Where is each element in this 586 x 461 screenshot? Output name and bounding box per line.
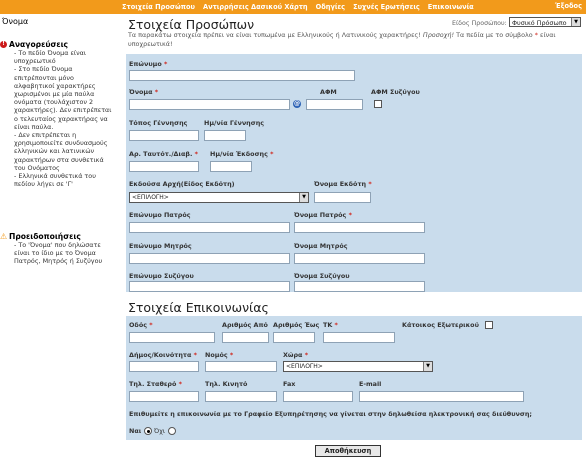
onoma-mitros-input[interactable] <box>294 253 425 264</box>
til-stathero-input[interactable] <box>129 391 199 402</box>
chevron-down-icon: ▼ <box>571 18 580 26</box>
tk-input[interactable] <box>323 332 395 343</box>
ekdousa-arxi-select[interactable]: <ΕΠΙΛΟΓΗ> ▼ <box>129 192 309 203</box>
label-til-stathero: Τηλ. Σταθερό * <box>129 380 182 388</box>
warnings-section: ⚠ Προειδοποιήσεις - Το 'Όνομα' που δηλώσα… <box>0 232 120 266</box>
afm-input[interactable] <box>306 99 363 110</box>
nav-forest-map-objections[interactable]: Αντιρρήσεις Δασικού Χάρτη <box>203 3 308 11</box>
arithmos-eos-input[interactable] <box>273 332 315 343</box>
exit-link[interactable]: Έξοδος <box>555 2 582 10</box>
warnings-text: - Το 'Όνομα' που δηλώσατε είναι το ίδιο … <box>14 241 103 266</box>
label-arithmos-eos: Αριθμός Έως <box>273 321 320 329</box>
top-navigation-bar: Στοιχεία Προσώπου Αντιρρήσεις Δασικού Χά… <box>0 0 586 14</box>
label-eponymo-mitros: Επώνυμο Μητρός <box>129 242 192 250</box>
nav-instructions[interactable]: Οδηγίες <box>316 3 345 11</box>
personal-data-panel: Επώνυμο * Όνομα * @ ΑΦΜ ΑΦΜ Συζύγου Τόπο… <box>126 54 582 292</box>
label-yes: Ναι <box>129 427 142 435</box>
eponymo-mitros-input[interactable] <box>129 253 290 264</box>
error-icon: ! <box>0 41 7 48</box>
label-xora: Χώρα * <box>283 351 309 359</box>
label-onoma-mitros: Όνομα Μητρός <box>294 242 348 250</box>
im-gennisis-input[interactable] <box>204 130 246 141</box>
sidebar-title: Όνομα <box>2 17 29 26</box>
save-button[interactable]: Αποθήκευση <box>315 445 381 457</box>
nav-faq[interactable]: Συχνές Ερωτήσεις <box>353 3 420 11</box>
nomos-input[interactable] <box>205 361 277 372</box>
contact-title: Στοιχεία Επικοινωνίας <box>128 300 269 315</box>
no-radio[interactable] <box>168 427 176 435</box>
label-eponymo-syzygou: Επώνυμο Συζύγου <box>129 272 194 280</box>
label-til-kinito: Τηλ. Κινητό <box>205 380 248 388</box>
odos-input[interactable] <box>129 332 215 343</box>
label-odos: Οδός * <box>129 321 153 329</box>
label-arithmos-apo: Αριθμός Από <box>222 321 268 329</box>
nav-contact[interactable]: Επικοινωνία <box>428 3 474 11</box>
label-ar-taut: Αρ. Ταυτότ./Διαβ. * <box>129 150 198 158</box>
warnings-heading: Προειδοποιήσεις <box>9 232 81 241</box>
yes-radio[interactable] <box>144 427 152 435</box>
topos-gennisis-input[interactable] <box>129 130 199 141</box>
afm-syzygou-checkbox[interactable] <box>374 100 382 108</box>
onoma-input[interactable] <box>129 99 290 110</box>
arithmos-apo-input[interactable] <box>222 332 269 343</box>
errors-heading: Αναγορεύσεις <box>9 40 69 49</box>
errors-section: ! Αναγορεύσεις - Το πεδίο Όνομα είναι υπο… <box>0 40 120 188</box>
label-onoma-syzygou: Όνομα Συζύγου <box>294 272 350 280</box>
onoma-syzygou-input[interactable] <box>294 281 425 292</box>
label-ekdousa-arxi: Εκδούσα Αρχή(Είδος Εκδότη) <box>129 180 235 188</box>
label-onoma-patros: Όνομα Πατρός * <box>294 211 352 219</box>
email-contact-question: Επιθυμείτε η επικοινωνία με το Γραφείο Ε… <box>129 410 532 418</box>
nav-person-data[interactable]: Στοιχεία Προσώπου <box>122 3 195 11</box>
label-tk: ΤΚ * <box>323 321 338 329</box>
label-no: Όχι <box>154 427 166 435</box>
label-im-ekdosis: Ημ/νία Έκδοσης * <box>210 150 274 158</box>
eponymo-syzygou-input[interactable] <box>129 281 290 292</box>
label-dimos: Δήμος/Κοινότητα * <box>129 351 197 359</box>
email-input[interactable] <box>359 391 524 402</box>
til-kinito-input[interactable] <box>205 391 277 402</box>
ekdousa-arxi-value: <ΕΠΙΛΟΓΗ> <box>132 194 169 201</box>
label-eponymo: Επώνυμο * <box>129 60 168 68</box>
katoikos-ext-checkbox[interactable] <box>485 321 493 329</box>
validation-sidebar: Όνομα ! Αναγορεύσεις - Το πεδίο Όνομα είν… <box>0 14 122 461</box>
label-im-gennisis: Ημ/νία Γέννησης <box>204 119 265 127</box>
at-sign-icon[interactable]: @ <box>293 100 301 108</box>
eponymo-input[interactable] <box>129 70 355 81</box>
label-fax: Fax <box>283 380 296 388</box>
label-onoma-ekdoti: Όνομα Εκδότη * <box>314 180 372 188</box>
page-title: Στοιχεία Προσώπων <box>128 17 255 32</box>
person-type-value: Φυσικό Πρόσωπο <box>512 19 567 27</box>
required-mark: * <box>534 31 538 39</box>
main-content: Στοιχεία Προσώπων Είδος Προσώπου: Φυσικό… <box>122 14 586 461</box>
chevron-down-icon: ▼ <box>423 362 432 371</box>
person-type-label: Είδος Προσώπου: <box>452 20 507 27</box>
label-topos-gennisis: Τόπος Γέννησης <box>129 119 188 127</box>
fax-input[interactable] <box>283 391 353 402</box>
onoma-ekdoti-input[interactable] <box>314 192 371 203</box>
xora-select[interactable]: <ΕΠΙΛΟΓΗ> ▼ <box>283 361 433 372</box>
xora-value: <ΕΠΙΛΟΓΗ> <box>286 363 323 370</box>
chevron-down-icon: ▼ <box>299 193 308 202</box>
top-nav: Στοιχεία Προσώπου Αντιρρήσεις Δασικού Χά… <box>122 0 474 14</box>
label-afm-syzygou: ΑΦΜ Συζύγου <box>371 88 420 96</box>
label-email: E-mail <box>359 380 382 388</box>
eponymo-patros-input[interactable] <box>129 222 290 233</box>
label-onoma: Όνομα * <box>129 88 159 96</box>
intro-text: Τα παρακάτω στοιχεία πρέπει να είναι τυπ… <box>128 31 578 48</box>
intro-main: Τα παρακάτω στοιχεία πρέπει να είναι τυπ… <box>128 31 421 39</box>
warning-icon: ⚠ <box>0 232 8 241</box>
person-type-select[interactable]: Φυσικό Πρόσωπο ▼ <box>509 17 581 27</box>
im-ekdosis-input[interactable] <box>210 161 252 172</box>
label-afm: ΑΦΜ <box>320 88 337 96</box>
intro-req-text: Τα πεδία με το σύμβολο <box>456 31 533 39</box>
label-eponymo-patros: Επώνυμο Πατρός <box>129 211 191 219</box>
contact-panel: Οδός * Αριθμός Από Αριθμός Έως ΤΚ * Κάτο… <box>126 316 582 440</box>
intro-warning: Προσοχή! <box>422 31 455 39</box>
label-nomos: Νομός * <box>205 351 234 359</box>
label-katoikos-ext: Κάτοικος Εξωτερικού <box>402 321 479 329</box>
errors-text: - Το πεδίο Όνομα είναι υποχρεωτικό - Στο… <box>14 49 112 189</box>
ar-taut-input[interactable] <box>129 161 199 172</box>
dimos-input[interactable] <box>129 361 199 372</box>
onoma-patros-input[interactable] <box>294 222 425 233</box>
